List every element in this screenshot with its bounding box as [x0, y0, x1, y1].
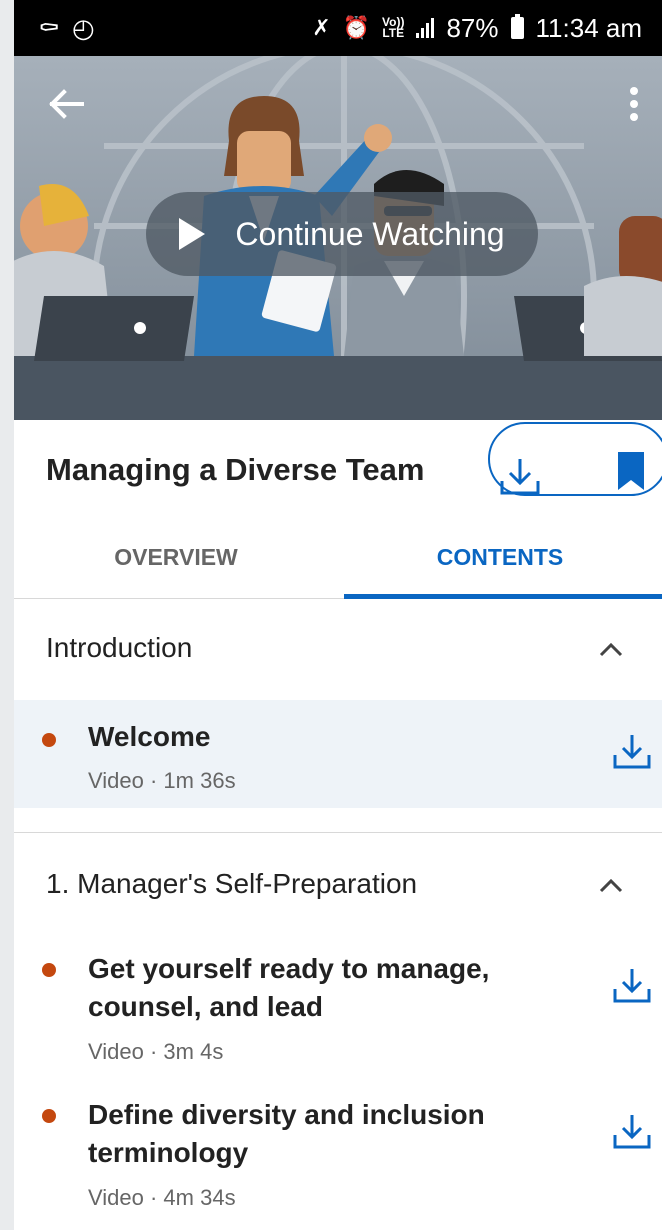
- play-icon: [179, 218, 206, 250]
- clock: 11:34 am: [535, 12, 642, 43]
- continue-watching-button[interactable]: Continue Watching: [146, 192, 538, 276]
- more-options-button[interactable]: [610, 80, 658, 128]
- status-bar: ⚰ ◴ ✗ ⏰ Vo)) LTE 87% 11:34 am: [14, 0, 662, 56]
- continue-watching-label: Continue Watching: [235, 215, 505, 252]
- alarm-icon: ⏰: [342, 15, 371, 40]
- mute-icon: ✗: [312, 15, 331, 40]
- signal-icon: [416, 18, 435, 38]
- battery-percent: 87%: [446, 12, 499, 43]
- download-icon[interactable]: [612, 732, 652, 772]
- back-button[interactable]: [42, 80, 90, 128]
- list-item[interactable]: Welcome Video · 1m 36s: [14, 700, 662, 808]
- chevron-up-icon: [599, 878, 623, 893]
- back-arrow-icon: [49, 89, 84, 119]
- download-course-button[interactable]: [498, 455, 542, 499]
- item-meta: Video · 4m 34s: [88, 1185, 236, 1210]
- chevron-up-icon: [599, 642, 623, 657]
- section-header-introduction[interactable]: Introduction: [14, 598, 662, 698]
- course-header: Managing a Diverse Team: [14, 420, 662, 516]
- item-title: Define diversity and inclusion terminolo…: [88, 1099, 485, 1168]
- section-divider: [14, 832, 662, 833]
- course-title: Managing a Diverse Team: [46, 452, 425, 487]
- section-title: Introduction: [46, 632, 193, 663]
- battery-icon: [510, 14, 524, 39]
- progress-dot: [42, 963, 56, 977]
- usb-icon: ⚰: [38, 12, 60, 43]
- list-item[interactable]: Get yourself ready to manage, counsel, a…: [14, 950, 662, 1080]
- tab-bar: OVERVIEW CONTENTS: [14, 516, 662, 599]
- progress-dot: [42, 733, 56, 747]
- section-title: 1. Manager's Self-Preparation: [46, 868, 418, 899]
- tab-overview[interactable]: OVERVIEW: [14, 516, 338, 598]
- item-title: Welcome: [88, 721, 211, 752]
- item-meta: Video · 1m 36s: [88, 768, 236, 793]
- progress-dot: [42, 1109, 56, 1123]
- download-icon[interactable]: [612, 966, 652, 1006]
- bookmark-icon[interactable]: [616, 450, 646, 492]
- list-item[interactable]: Define diversity and inclusion terminolo…: [14, 1096, 662, 1230]
- item-meta: Video · 3m 4s: [88, 1039, 224, 1064]
- more-vert-icon: [630, 87, 638, 121]
- section-header-self-preparation[interactable]: 1. Manager's Self-Preparation: [14, 834, 662, 934]
- volte-icon: Vo)) LTE: [382, 15, 405, 40]
- sync-icon: ◴: [71, 12, 95, 43]
- course-thumbnail[interactable]: Continue Watching: [14, 56, 662, 420]
- download-icon[interactable]: [612, 1112, 652, 1152]
- item-title: Get yourself ready to manage, counsel, a…: [88, 953, 490, 1022]
- tab-contents[interactable]: CONTENTS: [338, 516, 662, 598]
- phone-screen: ⚰ ◴ ✗ ⏰ Vo)) LTE 87% 11:34 am Continue W…: [14, 0, 662, 1230]
